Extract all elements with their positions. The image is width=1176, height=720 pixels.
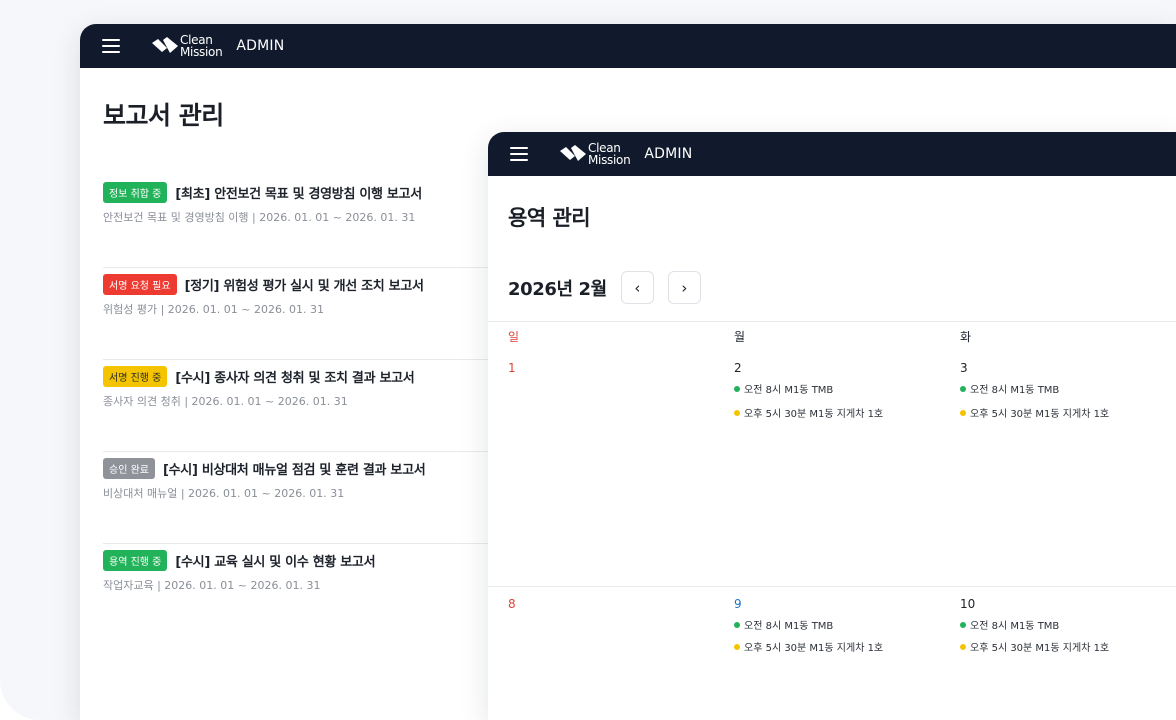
calendar-day-cell[interactable]: 1 bbox=[488, 351, 714, 586]
status-badge: 서명 진행 중 bbox=[103, 366, 168, 387]
report-title[interactable]: [수시] 종사자 의견 청취 및 조치 결과 보고서 bbox=[175, 367, 414, 386]
report-list: 정보 취합 중 [최초] 안전보건 목표 및 경영방침 이행 보고서 안전보건 … bbox=[103, 176, 513, 636]
status-badge: 용역 진행 중 bbox=[103, 550, 168, 571]
calendar-event[interactable]: 오전 8시 M1동 TMB bbox=[734, 381, 940, 396]
calendar: 일 월 화 1 2 오전 8시 M1동 TMB 오후 5시 30분 M1동 지게차 1… bbox=[488, 321, 1176, 720]
status-badge: 서명 요청 필요 bbox=[103, 274, 177, 295]
calendar-event[interactable]: 오후 5시 30분 M1동 지게차 1호 bbox=[734, 639, 940, 654]
calendar-week: 8 9 오전 8시 M1동 TMB 오후 5시 30분 M1동 지게차 1호 10 오전 … bbox=[488, 586, 1176, 720]
weekday-tuesday: 화 bbox=[960, 330, 972, 344]
calendar-event[interactable]: 오후 5시 30분 M1동 지게차 1호 bbox=[960, 639, 1166, 654]
month-navigator: 2026년 2월 ‹ › bbox=[508, 271, 715, 304]
calendar-event[interactable]: 오후 5시 30분 M1동 지게차 1호 bbox=[960, 405, 1166, 420]
report-title[interactable]: [정기] 위험성 평가 실시 및 개선 조치 보고서 bbox=[185, 275, 424, 294]
status-badge: 정보 취합 중 bbox=[103, 182, 168, 203]
event-label: 오전 8시 M1동 TMB bbox=[970, 621, 1060, 632]
service-window: Clean Mission ADMIN 용역 관리 2026년 2월 ‹ › 일… bbox=[488, 132, 1176, 720]
top-navbar: Clean Mission ADMIN bbox=[80, 24, 1176, 68]
report-subtitle: 작업자교육 | 2026. 01. 01 ~ 2026. 01. 31 bbox=[103, 579, 321, 592]
day-number: 8 bbox=[508, 597, 516, 611]
day-number: 3 bbox=[960, 361, 968, 375]
event-status-dot-icon bbox=[960, 643, 966, 650]
report-title[interactable]: [수시] 비상대처 매뉴얼 점검 및 훈련 결과 보고서 bbox=[163, 459, 426, 478]
calendar-day-cell[interactable]: 9 오전 8시 M1동 TMB 오후 5시 30분 M1동 지게차 1호 bbox=[714, 587, 940, 720]
next-month-button[interactable]: › bbox=[667, 271, 701, 304]
report-subtitle: 안전보건 목표 및 경영방침 이행 | 2026. 01. 01 ~ 2026.… bbox=[103, 211, 416, 224]
report-subtitle: 종사자 의견 청취 | 2026. 01. 01 ~ 2026. 01. 31 bbox=[103, 395, 348, 408]
event-status-dot-icon bbox=[960, 409, 966, 416]
month-label: 2026년 2월 bbox=[508, 278, 607, 300]
event-label: 오전 8시 M1동 TMB bbox=[744, 621, 834, 632]
calendar-week: 1 2 오전 8시 M1동 TMB 오후 5시 30분 M1동 지게차 1호 3 오전 8… bbox=[488, 351, 1176, 586]
weekday-sunday: 일 bbox=[508, 330, 520, 344]
page-title: 용역 관리 bbox=[508, 206, 591, 230]
logo-text: Clean Mission bbox=[180, 33, 223, 59]
report-subtitle: 위험성 평가 | 2026. 01. 01 ~ 2026. 01. 31 bbox=[103, 303, 324, 316]
calendar-event[interactable]: 오전 8시 M1동 TMB bbox=[734, 617, 940, 632]
report-title[interactable]: [최초] 안전보건 목표 및 경영방침 이행 보고서 bbox=[175, 183, 422, 202]
event-label: 오후 5시 30분 M1동 지게차 1호 bbox=[970, 409, 1110, 420]
report-title[interactable]: [수시] 교육 실시 및 이수 현황 보고서 bbox=[175, 551, 375, 570]
prev-month-button[interactable]: ‹ bbox=[620, 271, 654, 304]
event-label: 오전 8시 M1동 TMB bbox=[970, 385, 1060, 396]
brand-logo[interactable]: Clean Mission bbox=[152, 33, 223, 59]
chevron-right-icon: › bbox=[681, 278, 688, 297]
calendar-day-cell[interactable]: 2 오전 8시 M1동 TMB 오후 5시 30분 M1동 지게차 1호 bbox=[714, 351, 940, 586]
admin-label: ADMIN bbox=[644, 146, 693, 162]
menu-icon[interactable] bbox=[510, 147, 528, 161]
event-label: 오전 8시 M1동 TMB bbox=[744, 385, 834, 396]
report-item[interactable]: 서명 진행 중 [수시] 종사자 의견 청취 및 조치 결과 보고서 종사자 의… bbox=[103, 360, 513, 452]
clean-mission-logo-icon bbox=[152, 37, 178, 53]
status-badge: 승인 완료 bbox=[103, 458, 155, 479]
day-number: 9 bbox=[734, 597, 742, 611]
report-head: 서명 요청 필요 [정기] 위험성 평가 실시 및 개선 조치 보고서 bbox=[103, 274, 513, 295]
calendar-event[interactable]: 오전 8시 M1동 TMB bbox=[960, 617, 1166, 632]
brand-logo[interactable]: Clean Mission bbox=[560, 141, 631, 167]
report-head: 승인 완료 [수시] 비상대처 매뉴얼 점검 및 훈련 결과 보고서 bbox=[103, 458, 513, 479]
event-status-dot-icon bbox=[734, 385, 740, 392]
clean-mission-logo-icon bbox=[560, 145, 586, 161]
report-head: 용역 진행 중 [수시] 교육 실시 및 이수 현황 보고서 bbox=[103, 550, 513, 571]
top-navbar: Clean Mission ADMIN bbox=[488, 132, 1176, 176]
calendar-day-cell[interactable]: 10 오전 8시 M1동 TMB 오후 5시 30분 M1동 지게차 1호 bbox=[940, 587, 1166, 720]
event-label: 오후 5시 30분 M1동 지게차 1호 bbox=[970, 643, 1110, 654]
page-title: 보고서 관리 bbox=[103, 101, 224, 130]
admin-label: ADMIN bbox=[236, 38, 285, 54]
calendar-weekday-header: 일 월 화 bbox=[488, 321, 1176, 351]
report-subtitle: 비상대처 매뉴얼 | 2026. 01. 01 ~ 2026. 01. 31 bbox=[103, 487, 345, 500]
event-status-dot-icon bbox=[734, 409, 740, 416]
event-status-dot-icon bbox=[734, 643, 740, 650]
event-status-dot-icon bbox=[734, 621, 740, 628]
calendar-event[interactable]: 오전 8시 M1동 TMB bbox=[960, 381, 1166, 396]
calendar-day-cell[interactable]: 3 오전 8시 M1동 TMB 오후 5시 30분 M1동 지게차 1호 bbox=[940, 351, 1166, 586]
event-status-dot-icon bbox=[960, 385, 966, 392]
day-number: 1 bbox=[508, 361, 516, 375]
event-label: 오후 5시 30분 M1동 지게차 1호 bbox=[744, 409, 884, 420]
day-number: 10 bbox=[960, 597, 976, 611]
menu-icon[interactable] bbox=[102, 39, 120, 53]
weekday-monday: 월 bbox=[734, 330, 746, 344]
calendar-day-cell[interactable]: 8 bbox=[488, 587, 714, 720]
chevron-left-icon: ‹ bbox=[634, 278, 641, 297]
report-item[interactable]: 정보 취합 중 [최초] 안전보건 목표 및 경영방침 이행 보고서 안전보건 … bbox=[103, 176, 513, 268]
event-label: 오후 5시 30분 M1동 지게차 1호 bbox=[744, 643, 884, 654]
report-item[interactable]: 서명 요청 필요 [정기] 위험성 평가 실시 및 개선 조치 보고서 위험성 … bbox=[103, 268, 513, 360]
calendar-event[interactable]: 오후 5시 30분 M1동 지게차 1호 bbox=[734, 405, 940, 420]
report-head: 정보 취합 중 [최초] 안전보건 목표 및 경영방침 이행 보고서 bbox=[103, 182, 513, 203]
report-head: 서명 진행 중 [수시] 종사자 의견 청취 및 조치 결과 보고서 bbox=[103, 366, 513, 387]
report-item[interactable]: 용역 진행 중 [수시] 교육 실시 및 이수 현황 보고서 작업자교육 | 2… bbox=[103, 544, 513, 636]
logo-text: Clean Mission bbox=[588, 141, 631, 167]
event-status-dot-icon bbox=[960, 621, 966, 628]
day-number: 2 bbox=[734, 361, 742, 375]
report-item[interactable]: 승인 완료 [수시] 비상대처 매뉴얼 점검 및 훈련 결과 보고서 비상대처 … bbox=[103, 452, 513, 544]
